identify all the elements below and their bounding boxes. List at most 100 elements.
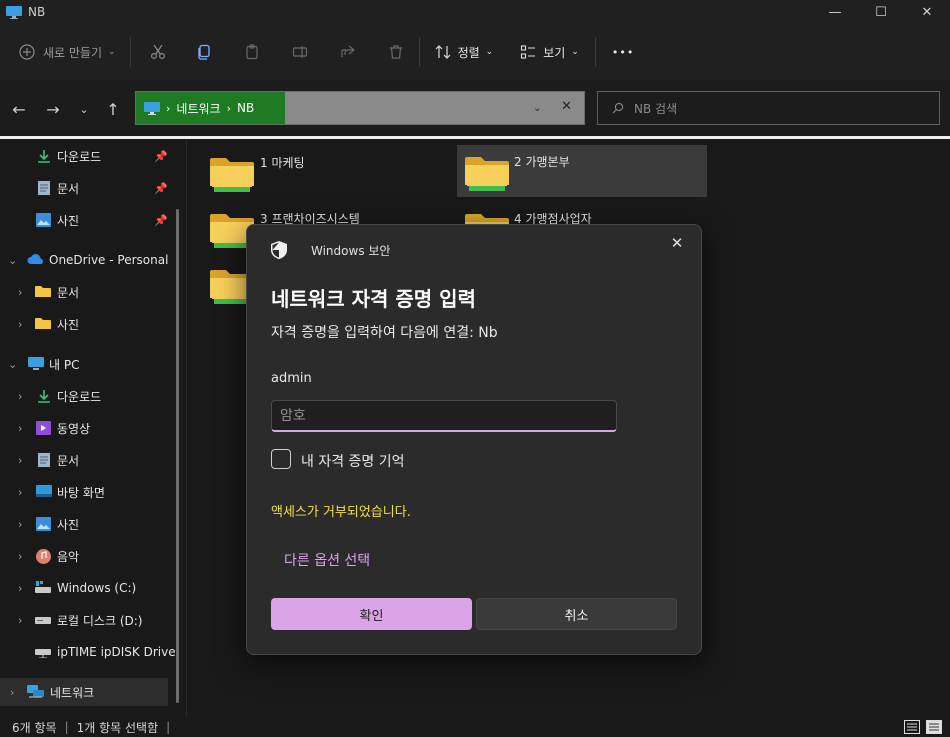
up-button[interactable]: ↑ [102, 98, 124, 120]
breadcrumb: › 네트워크 › NB [136, 92, 285, 124]
forward-button[interactable]: → [42, 98, 64, 120]
sort-icon [434, 43, 452, 61]
document-icon [37, 453, 53, 467]
share-button[interactable] [339, 36, 357, 68]
chevron-right-icon[interactable]: › [18, 286, 22, 299]
sidebar-item-music[interactable]: › 음악 [0, 542, 170, 570]
dialog-caption: Windows 보안 [311, 243, 391, 258]
remember-credentials-checkbox[interactable] [271, 449, 291, 469]
cancel-button[interactable]: 취소 [476, 598, 677, 630]
drive-icon [35, 613, 51, 627]
delete-button[interactable] [387, 36, 405, 68]
recent-locations-button[interactable]: ⌄ [73, 98, 95, 120]
sidebar-item-this-pc[interactable]: ⌄ 내 PC [0, 350, 170, 378]
chevron-right-icon[interactable]: › [18, 614, 22, 627]
chevron-down-icon[interactable]: ⌄ [8, 254, 17, 267]
network-folder-icon [465, 155, 509, 191]
sort-button[interactable]: 정렬 ⌄ [434, 36, 493, 68]
chevron-right-icon[interactable]: › [18, 390, 22, 403]
chevron-right-icon[interactable]: › [18, 582, 22, 595]
network-icon [27, 685, 44, 699]
sidebar-item-label: 문서 [57, 181, 80, 196]
folder-icon [35, 317, 51, 331]
folder-item[interactable]: 1 마케팅 [200, 146, 450, 198]
remember-credentials-label[interactable]: 내 자격 증명 기억 [301, 451, 405, 471]
chevron-right-icon[interactable]: › [18, 318, 22, 331]
sidebar-item-desktop[interactable]: › 바탕 화면 [0, 478, 170, 506]
new-button-label: 새로 만들기 [43, 45, 103, 60]
sidebar-item-label: 문서 [57, 453, 80, 468]
maximize-button[interactable]: ☐ [858, 0, 904, 24]
copy-button[interactable] [195, 36, 213, 68]
document-icon [37, 181, 53, 195]
close-icon[interactable]: ✕ [561, 99, 572, 114]
sidebar-item-drive-d[interactable]: › 로컬 디스크 (D:) [0, 606, 170, 634]
sidebar-item-label: 다운로드 [57, 389, 102, 404]
sidebar-item-pc-pictures[interactable]: › 사진 [0, 510, 170, 538]
sidebar-item-network[interactable]: › 네트워크 [0, 678, 168, 706]
chevron-down-icon[interactable]: ⌄ [533, 101, 542, 114]
new-button[interactable]: 새로 만들기 ⌄ [18, 36, 116, 68]
more-options-link[interactable]: 다른 옵션 선택 [284, 550, 370, 570]
pc-icon [28, 357, 44, 371]
pin-icon[interactable]: 📌 [154, 182, 168, 195]
view-button[interactable]: 보기 ⌄ [519, 36, 579, 68]
search-icon [612, 102, 624, 114]
rename-button[interactable] [291, 36, 309, 68]
chevron-down-icon: ⌄ [108, 47, 116, 57]
sidebar-item-downloads[interactable]: 다운로드 📌 [0, 142, 170, 170]
share-icon [339, 43, 357, 61]
cut-button[interactable] [149, 36, 167, 68]
sidebar-item-documents[interactable]: 문서 📌 [0, 174, 170, 202]
status-bar: 6개 항목 | 1개 항목 선택함 | [0, 717, 950, 737]
pin-icon[interactable]: 📌 [154, 150, 168, 163]
paste-button[interactable] [243, 36, 261, 68]
chevron-right-icon[interactable]: › [18, 486, 22, 499]
separator: | [64, 720, 69, 734]
sidebar-item-iptime-drive[interactable]: ipTIME ipDISK Drive [0, 638, 176, 666]
ok-button[interactable]: 확인 [271, 598, 472, 630]
window-title: NB [28, 5, 46, 19]
separator: | [166, 720, 171, 734]
address-bar[interactable]: › 네트워크 › NB ⌄ ✕ [135, 91, 585, 125]
chevron-right-icon[interactable]: › [18, 518, 22, 531]
dialog-close-button[interactable]: ✕ [667, 233, 687, 253]
separator [418, 37, 420, 67]
sidebar-item-label: 네트워크 [50, 685, 95, 700]
navigation-pane: 다운로드 📌 문서 📌 사진 📌 ⌄ OneDrive - Personal ›… [0, 139, 186, 717]
copy-icon [195, 43, 213, 61]
onedrive-icon [27, 254, 43, 268]
details-view-icon[interactable] [904, 720, 920, 737]
sidebar-item-videos[interactable]: › 동영상 [0, 414, 170, 442]
address-row: ← → ⌄ ↑ › 네트워크 › NB ⌄ ✕ NB 검색 [0, 80, 950, 136]
chevron-down-icon[interactable]: ⌄ [8, 358, 17, 371]
sidebar-scrollbar[interactable] [176, 209, 179, 703]
shield-icon [271, 241, 287, 259]
search-box[interactable]: NB 검색 [597, 91, 940, 125]
sidebar-item-onedrive-documents[interactable]: › 문서 [0, 278, 170, 306]
breadcrumb-nb[interactable]: NB [237, 101, 254, 115]
pin-icon[interactable]: 📌 [154, 214, 168, 227]
back-button[interactable]: ← [8, 98, 30, 120]
sidebar-item-pc-documents[interactable]: › 문서 [0, 446, 170, 474]
folder-item[interactable]: 2 가맹본부 [457, 145, 707, 197]
credentials-dialog: Windows 보안 ✕ 네트워크 자격 증명 입력 자격 증명을 입력하여 다… [246, 224, 702, 655]
sidebar-item-onedrive[interactable]: ⌄ OneDrive - Personal [0, 246, 170, 274]
sidebar-item-label: 사진 [57, 317, 80, 332]
chevron-right-icon[interactable]: › [18, 454, 22, 467]
close-window-button[interactable]: ✕ [904, 0, 950, 24]
sidebar-item-drive-c[interactable]: › Windows (C:) [0, 574, 170, 602]
chevron-right-icon[interactable]: › [18, 422, 22, 435]
chevron-right-icon[interactable]: › [18, 550, 22, 563]
breadcrumb-network[interactable]: 네트워크 [176, 100, 220, 117]
sidebar-item-label: 바탕 화면 [57, 485, 105, 500]
password-input[interactable] [271, 400, 617, 432]
minimize-button[interactable]: — [812, 0, 858, 24]
sidebar-item-onedrive-pictures[interactable]: › 사진 [0, 310, 170, 338]
more-options-button[interactable]: ••• [612, 36, 634, 68]
tiles-view-icon[interactable] [926, 720, 942, 737]
chevron-right-icon[interactable]: › [10, 686, 14, 699]
network-drive-icon [35, 645, 51, 659]
sidebar-item-pictures[interactable]: 사진 📌 [0, 206, 170, 234]
sidebar-item-pc-downloads[interactable]: › 다운로드 [0, 382, 170, 410]
